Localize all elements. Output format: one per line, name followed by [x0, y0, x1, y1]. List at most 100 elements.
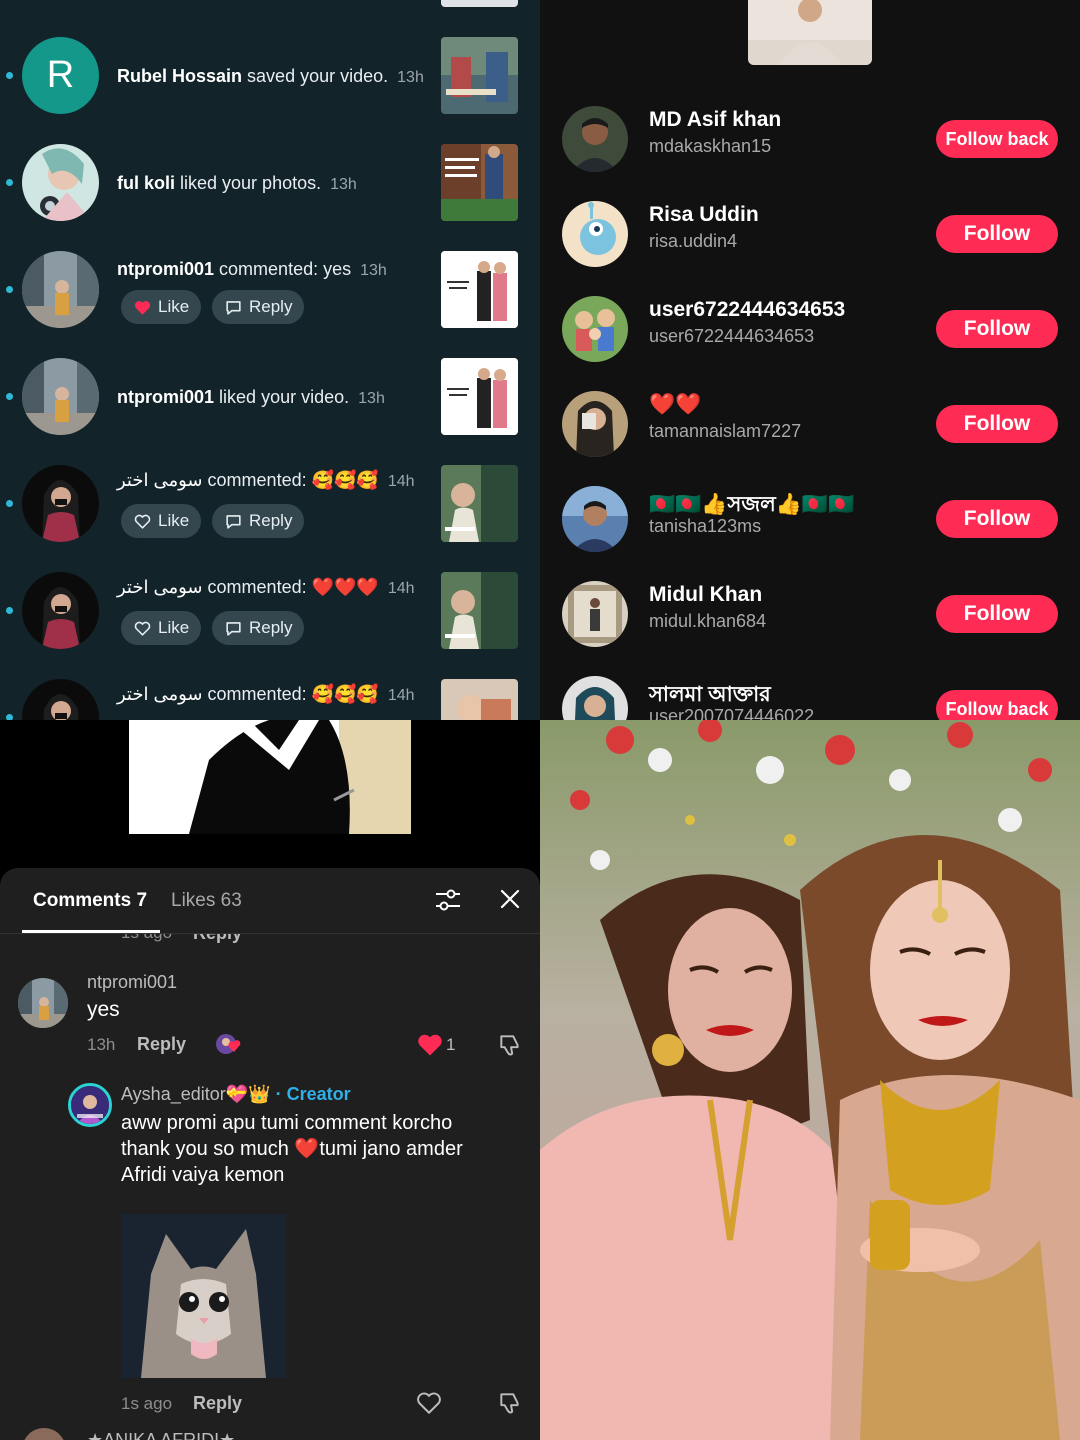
notification-action: commented: yes: [219, 259, 352, 279]
notification-time: 14h: [387, 580, 415, 597]
notification-row[interactable]: سومی اختر commented: 🥰🥰🥰 14h: [0, 664, 540, 720]
reply-button[interactable]: Reply: [212, 290, 305, 324]
filter-icon[interactable]: [434, 888, 462, 912]
follow-username: user6722444634653: [649, 326, 815, 346]
notification-action: saved your video.: [247, 66, 389, 86]
heart-outline-icon[interactable]: [416, 1390, 442, 1416]
avatar[interactable]: [22, 144, 99, 221]
heart-filled-icon[interactable]: [416, 1032, 444, 1058]
reply-button[interactable]: Reply: [193, 934, 242, 944]
like-button[interactable]: Like: [121, 504, 202, 538]
notification-thumbnail[interactable]: [441, 679, 518, 720]
avatar[interactable]: [22, 1428, 66, 1440]
follow-row[interactable]: user6722444634653 user6722444634653 Foll…: [540, 296, 1080, 391]
notification-time: 14h: [387, 687, 415, 704]
followers-panel: MD Asif khan mdakaskhan15 Follow back Ri…: [540, 0, 1080, 720]
reply-user[interactable]: Aysha_editor💝👑: [121, 1084, 271, 1104]
avatar[interactable]: [562, 676, 628, 720]
follow-button[interactable]: Follow: [936, 595, 1058, 633]
like-button[interactable]: Like: [121, 290, 202, 324]
notification-time: 13h: [360, 262, 387, 279]
photo-view: [540, 720, 1080, 1440]
avatar[interactable]: R: [22, 37, 99, 114]
reply-button[interactable]: Reply: [193, 1393, 242, 1414]
notification-row[interactable]: ful koli liked your photos. 13h: [0, 129, 540, 236]
follow-button[interactable]: Follow: [936, 215, 1058, 253]
notification-thumbnail[interactable]: [441, 144, 518, 221]
avatar[interactable]: [562, 486, 628, 552]
follow-button[interactable]: Follow: [936, 405, 1058, 443]
notification-time: 13h: [330, 176, 357, 193]
comment-time: 13h: [87, 1035, 116, 1054]
kitten-image[interactable]: [121, 1214, 286, 1378]
avatar[interactable]: [18, 978, 68, 1028]
creator-badge: · Creator: [275, 1084, 351, 1104]
avatar[interactable]: [22, 465, 99, 542]
dislike-icon[interactable]: [497, 1390, 523, 1416]
unread-dot: [6, 286, 13, 293]
avatar[interactable]: [562, 106, 628, 172]
notification-text: سومی اختر commented: ❤️❤️❤️ 14h: [117, 577, 427, 598]
notification-user[interactable]: سومی اختر: [117, 470, 203, 490]
avatar[interactable]: [562, 581, 628, 647]
notification-user[interactable]: ntpromi001: [117, 259, 214, 279]
tab-likes[interactable]: Likes 63: [171, 890, 242, 912]
avatar[interactable]: [22, 358, 99, 435]
like-label: Like: [158, 297, 190, 316]
tab-comments[interactable]: Comments 7: [33, 890, 147, 912]
notification-row[interactable]: سومی اختر commented: ❤️❤️❤️ 14h Like Rep…: [0, 557, 540, 664]
notification-row[interactable]: ntpromi001 liked your video. 13h: [0, 343, 540, 450]
follow-row[interactable]: সালমা আক্তার user2007074446022 Follow ba…: [540, 676, 1080, 720]
notification-row[interactable]: R Rubel Hossain saved your video. 13h: [0, 22, 540, 129]
video-preview[interactable]: [129, 720, 411, 834]
avatar[interactable]: [562, 296, 628, 362]
follow-row[interactable]: ❤️❤️ tamannaislam7227 Follow: [540, 391, 1080, 486]
reply-button[interactable]: Reply: [212, 504, 305, 538]
notification-user[interactable]: ntpromi001: [117, 387, 214, 407]
follow-button[interactable]: Follow: [936, 500, 1058, 538]
follow-back-button[interactable]: Follow back: [936, 120, 1058, 158]
notification-time: 13h: [397, 69, 424, 86]
close-icon[interactable]: [499, 888, 521, 910]
reply-button[interactable]: Reply: [137, 1034, 186, 1055]
follow-row[interactable]: Midul Khan midul.khan684 Follow: [540, 581, 1080, 676]
follow-username: tanisha123ms: [649, 516, 762, 536]
notification-user[interactable]: Rubel Hossain: [117, 66, 242, 86]
heart-icon: [134, 300, 151, 315]
avatar[interactable]: [22, 251, 99, 328]
notification-user[interactable]: ful koli: [117, 173, 175, 193]
notification-user[interactable]: سومی اختر: [117, 684, 203, 704]
video-thumbnail[interactable]: [748, 0, 872, 65]
notification-thumbnail[interactable]: [441, 251, 518, 328]
notification-thumbnail[interactable]: [441, 0, 518, 7]
dislike-icon[interactable]: [497, 1032, 523, 1058]
follow-button[interactable]: Follow: [936, 310, 1058, 348]
notification-thumbnail[interactable]: [441, 465, 518, 542]
notification-row[interactable]: ntpromi001 commented: yes 13h Like Reply: [0, 236, 540, 343]
avatar[interactable]: [562, 391, 628, 457]
comment-username[interactable]: ★ANIKA AFRIDI★: [87, 1430, 235, 1440]
avatar[interactable]: [562, 201, 628, 267]
follow-row[interactable]: MD Asif khan mdakaskhan15 Follow back: [540, 106, 1080, 201]
avatar[interactable]: [68, 1083, 112, 1127]
like-button[interactable]: Like: [121, 611, 202, 645]
avatar[interactable]: [22, 679, 99, 720]
reply-button[interactable]: Reply: [212, 611, 305, 645]
follow-display-name: ❤️❤️: [649, 393, 702, 416]
notification-thumbnail[interactable]: [441, 358, 518, 435]
unread-dot: [6, 179, 13, 186]
heart-outline-icon: [134, 621, 151, 636]
notification-row[interactable]: سومی اختر commented: 🥰🥰🥰 14h Like Reply: [0, 450, 540, 557]
comment-username[interactable]: ntpromi001: [87, 972, 177, 993]
notification-thumbnail[interactable]: [441, 572, 518, 649]
notification-text: ntpromi001 liked your video. 13h: [117, 387, 427, 408]
notification-thumbnail[interactable]: [441, 37, 518, 114]
avatar[interactable]: [22, 572, 99, 649]
follow-row[interactable]: 🇧🇩🇧🇩👍সজল👍🇧🇩🇧🇩 tanisha123ms Follow: [540, 486, 1080, 581]
follow-back-button[interactable]: Follow back: [936, 690, 1058, 720]
follow-row[interactable]: Risa Uddin risa.uddin4 Follow: [540, 201, 1080, 296]
notification-user[interactable]: سومی اختر: [117, 577, 203, 597]
photo[interactable]: [540, 720, 1080, 1440]
notification-text: ntpromi001 commented: yes 13h: [117, 259, 427, 280]
follow-username: user2007074446022: [649, 706, 815, 720]
